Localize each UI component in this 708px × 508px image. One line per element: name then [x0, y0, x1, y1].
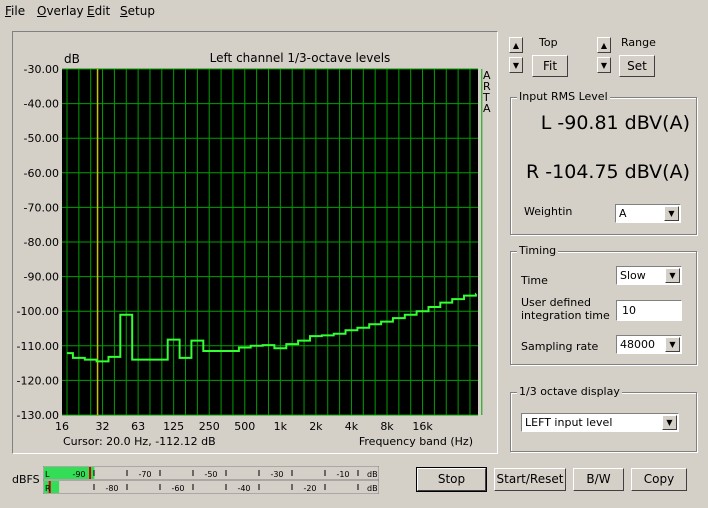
level-meter: L R -90 -70 -50 -30 -10 -80 -60 -40 -20 dB dB — [42, 465, 392, 495]
spectrum-chart-panel[interactable]: -30.00 -40.00 -50.00 -60.00 -70.00 -80.00 -90.… — [12, 31, 498, 454]
range-up-button[interactable]: ▲ — [597, 37, 611, 53]
range-down-button[interactable]: ▼ — [597, 57, 611, 73]
top-down-button[interactable]: ▼ — [509, 57, 523, 73]
y-tick-label: -30.00 — [24, 63, 59, 76]
set-button[interactable]: Set — [619, 55, 655, 77]
y-tick-label: -40.00 — [24, 98, 59, 111]
meter-tick-bottom: -80 — [105, 484, 118, 493]
x-tick-label: 2k — [309, 420, 323, 433]
weighting-label: Weightin — [524, 205, 573, 218]
x-tick-label: 63 — [131, 420, 145, 433]
x-tick-label: 500 — [234, 420, 255, 433]
integration-label-line2: integration time — [521, 309, 610, 322]
y-tick-label: -130.00 — [17, 409, 59, 422]
menu-setup[interactable]: Setup — [120, 4, 155, 18]
left-rms-readout: L -90.81 dBV(A) — [540, 112, 690, 134]
x-tick-label: 125 — [163, 420, 184, 433]
range-label: Range — [621, 36, 656, 49]
x-tick-label: 32 — [96, 420, 110, 433]
menu-edit[interactable]: Edit — [87, 4, 110, 18]
top-up-button[interactable]: ▲ — [509, 37, 523, 53]
chart-title: Left channel 1/3-octave levels — [210, 51, 391, 65]
octave-display-select[interactable]: LEFT input level ▼ — [521, 413, 679, 432]
stop-button[interactable]: Stop — [416, 467, 487, 492]
input-rms-group: Input RMS Level L -90.81 dBV(A) R -104.7… — [510, 90, 697, 235]
chevron-down-icon[interactable]: ▼ — [665, 337, 680, 352]
right-channel-label: R — [45, 484, 51, 493]
meter-unit-bottom: dB — [367, 484, 378, 493]
input-rms-title: Input RMS Level — [517, 90, 610, 103]
menu-file[interactable]: File — [5, 4, 25, 18]
y-tick-label: -50.00 — [24, 132, 59, 145]
y-axis-unit: dB — [64, 52, 80, 66]
meter-tick-bottom: -20 — [303, 484, 316, 493]
chevron-down-icon[interactable]: ▼ — [662, 415, 677, 430]
integration-label-line1: User defined — [521, 296, 591, 309]
meter-tick-top: -50 — [204, 470, 217, 479]
x-tick-label: 1k — [274, 420, 288, 433]
sampling-rate-label: Sampling rate — [521, 340, 599, 353]
y-tick-label: -110.00 — [17, 340, 59, 353]
timing-group: Timing Time Slow ▼ User defined integrat… — [510, 244, 697, 365]
copy-button[interactable]: Copy — [631, 468, 687, 491]
weighting-select[interactable]: A ▼ — [615, 204, 681, 223]
bw-button[interactable]: B/W — [573, 468, 624, 491]
y-tick-label: -120.00 — [17, 374, 59, 387]
spectrum-chart[interactable]: -30.00 -40.00 -50.00 -60.00 -70.00 -80.00 -90.… — [13, 32, 497, 453]
meter-tick-top: -70 — [138, 470, 151, 479]
top-label: Top — [539, 36, 558, 49]
timing-title: Timing — [517, 244, 559, 257]
left-level-bar — [44, 467, 95, 479]
meter-tick-top: -90 — [72, 470, 85, 479]
meter-tick-top: -30 — [270, 470, 283, 479]
time-select[interactable]: Slow ▼ — [616, 266, 682, 285]
x-tick-label: 250 — [199, 420, 220, 433]
chevron-down-icon[interactable]: ▼ — [664, 206, 679, 221]
y-tick-label: -60.00 — [24, 167, 59, 180]
meter-tick-bottom: -60 — [171, 484, 184, 493]
octave-display-group: 1/3 octave display LEFT input level ▼ — [510, 385, 697, 452]
x-tick-label: 16 — [55, 420, 69, 433]
arta-logo-letter: A — [483, 102, 491, 115]
fit-button[interactable]: Fit — [532, 55, 568, 77]
cursor-readout: Cursor: 20.0 Hz, -112.12 dB — [63, 435, 216, 448]
time-label: Time — [521, 274, 548, 287]
left-channel-label: L — [45, 470, 50, 479]
dbfs-label: dBFS — [12, 473, 40, 486]
x-tick-label: 16k — [412, 420, 433, 433]
integration-time-input[interactable]: 10 — [616, 300, 682, 321]
menu-bar: File Overlay Edit Setup — [0, 0, 708, 22]
meter-tick-top: -10 — [336, 470, 349, 479]
x-tick-label: 4k — [345, 420, 359, 433]
chevron-down-icon[interactable]: ▼ — [665, 268, 680, 283]
y-tick-label: -80.00 — [24, 236, 59, 249]
menu-overlay[interactable]: Overlay — [37, 4, 84, 18]
x-tick-label: 8k — [380, 420, 394, 433]
y-tick-label: -90.00 — [24, 271, 59, 284]
level-meter-graphic: LR -90 -70 -50 -30 -10 -80 -60 -40 -20 dB dB — [42, 465, 392, 495]
meter-tick-bottom: -40 — [237, 484, 250, 493]
sampling-rate-select[interactable]: 48000 ▼ — [616, 335, 682, 354]
y-tick-label: -70.00 — [24, 201, 59, 214]
right-rms-readout: R -104.75 dBV(A) — [526, 161, 690, 183]
y-tick-label: -100.00 — [17, 305, 59, 318]
left-peak-marker — [89, 467, 92, 479]
start-reset-button[interactable]: Start/Reset — [494, 468, 566, 491]
meter-unit-top: dB — [367, 470, 378, 479]
x-axis-label: Frequency band (Hz) — [359, 435, 473, 448]
octave-display-title: 1/3 octave display — [517, 385, 622, 398]
